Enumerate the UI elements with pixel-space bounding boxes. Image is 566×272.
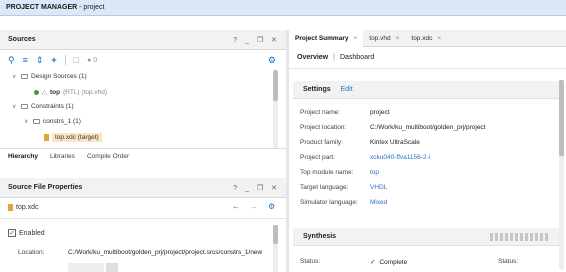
enabled-checkbox[interactable]: ✓	[8, 229, 16, 237]
count-badge: 0	[93, 56, 98, 64]
sources-window-controls[interactable]: ? _ ❐ ✕	[233, 36, 280, 44]
synthesis-status-value: Complete	[379, 258, 408, 266]
folder-icon	[21, 104, 28, 109]
settings-edit-link[interactable]: Edit	[341, 86, 353, 93]
enabled-row: ✓ Enabled	[8, 229, 45, 237]
sources-toolbar: ⚲ ≡ ⇕ + □ ● 0 ⚙	[0, 52, 286, 68]
expand-all-icon[interactable]: ⇕	[36, 55, 44, 66]
nav-separator: |	[333, 54, 335, 61]
sources-title: Sources	[8, 36, 36, 43]
location-label: Location:	[18, 249, 45, 256]
app-title-suffix: - project	[77, 4, 105, 11]
gear-icon[interactable]: ⚙	[268, 202, 275, 211]
module-icon	[34, 89, 39, 95]
project-location-label: Project location:	[300, 124, 347, 131]
status-dot-icon: ● 0	[87, 56, 98, 64]
settings-section-header: Settings Edit	[293, 81, 561, 99]
constraint-file-icon	[44, 134, 49, 141]
summary-nav: Overview | Dashboard	[289, 47, 566, 69]
product-family-value: Kintex UltraScale	[370, 139, 420, 146]
sfp-nav: ← → ⚙	[232, 202, 275, 211]
tab-compile-order[interactable]: Compile Order	[87, 153, 129, 160]
arrow-left-icon[interactable]: ←	[232, 202, 240, 211]
app-title: PROJECT MANAGER	[6, 4, 78, 11]
browse-button[interactable]	[106, 263, 118, 272]
tree-item-label: constrs_1 (1)	[43, 118, 81, 125]
tree-item-top-xdc[interactable]: top.xdc (target)	[44, 133, 102, 142]
tree-item-label: Design Sources (1)	[31, 73, 87, 80]
check-icon: ✓	[370, 259, 376, 266]
tab-top-vhd[interactable]: top.vhd ×	[363, 30, 405, 47]
sfp-panel-header: Source File Properties ? _ ❐ ✕	[0, 178, 286, 198]
project-name-label: Project name:	[300, 109, 341, 116]
project-part-link[interactable]: xcku040-ffva1156-2-i	[370, 154, 430, 161]
tree-item-label: Constraints (1)	[31, 103, 74, 110]
tab-label: top.xdc	[411, 34, 433, 42]
close-icon[interactable]: ×	[396, 35, 400, 42]
folder-icon	[33, 119, 40, 124]
enabled-label: Enabled	[19, 229, 45, 237]
project-location-value: C:/Work/ku_multiboot/golden_prj/project	[370, 124, 486, 131]
location-field[interactable]	[68, 263, 104, 272]
sources-view-tabs: Hierarchy Libraries Compile Order	[0, 148, 286, 164]
settings-title: Settings	[303, 86, 331, 93]
document-icon[interactable]: □	[74, 55, 79, 65]
divider	[0, 218, 286, 219]
close-icon[interactable]: ×	[437, 35, 441, 42]
tree-item-label: top	[50, 88, 61, 96]
location-value: C:/Work/ku_multiboot/golden_prj/project/…	[68, 249, 263, 256]
synthesis-status: ✓ Complete	[370, 258, 408, 267]
arrow-right-icon[interactable]: →	[250, 202, 258, 211]
tab-label: Project Summary	[295, 34, 349, 42]
top-module-label: Top module name:	[300, 169, 354, 176]
synthesis-title: Synthesis	[303, 233, 337, 240]
tree-item-design-sources[interactable]: ∨ Design Sources (1)	[12, 73, 87, 80]
sfp-window-controls[interactable]: ? _ ❐ ✕	[233, 184, 280, 192]
product-family-label: Product family:	[300, 139, 343, 146]
sfp-file-row: top.xdc	[8, 204, 39, 211]
warning-icon: △	[42, 89, 47, 96]
sfp-scrollbar[interactable]	[273, 225, 278, 272]
sfp-file-name: top.xdc	[16, 204, 39, 211]
gear-icon[interactable]: ⚙	[268, 55, 276, 66]
tree-item-detail: (RTL) (top.vhd)	[63, 88, 108, 96]
app-title-bar: PROJECT MANAGER - project	[0, 0, 566, 16]
collapse-all-icon[interactable]: ≡	[23, 55, 28, 65]
tab-top-xdc[interactable]: top.xdc ×	[405, 30, 447, 47]
simulator-language-label: Simulator language:	[300, 199, 358, 206]
tree-item-top[interactable]: △ top (RTL) (top.vhd)	[34, 88, 107, 96]
top-module-link[interactable]: top	[370, 169, 379, 176]
search-icon[interactable]: ⚲	[8, 55, 15, 66]
tab-label: top.vhd	[369, 34, 391, 42]
overview-link[interactable]: Overview	[297, 54, 328, 61]
document-tab-strip: Project Summary × top.vhd × top.xdc ×	[289, 29, 566, 47]
constraint-file-icon	[8, 204, 13, 211]
synthesis-status-label: Status:	[300, 258, 321, 265]
project-part-label: Project part:	[300, 154, 336, 161]
tree-item-constraints[interactable]: ∨ Constraints (1)	[12, 103, 74, 110]
chevron-down-icon[interactable]: ∨	[12, 73, 18, 80]
chevron-down-icon[interactable]: ∨	[12, 103, 18, 110]
project-name-value: project	[370, 109, 390, 116]
sources-scrollbar[interactable]	[273, 70, 278, 148]
close-icon[interactable]: ×	[353, 35, 357, 42]
target-language-label: Target language:	[300, 184, 349, 191]
summary-scrollbar[interactable]	[559, 80, 564, 270]
sources-panel-header: Sources ? _ ❐ ✕	[0, 30, 286, 50]
tree-item-constrs-1[interactable]: ∨ constrs_1 (1)	[24, 118, 81, 125]
folder-icon	[21, 74, 28, 79]
implementation-status-label: Status:	[498, 258, 519, 265]
chevron-down-icon[interactable]: ∨	[24, 118, 30, 125]
target-language-link[interactable]: VHDL	[370, 184, 387, 191]
simulator-language-link[interactable]: Mixed	[370, 199, 387, 206]
tree-item-label: top.xdc (target)	[52, 133, 102, 142]
dashboard-link[interactable]: Dashboard	[340, 54, 374, 61]
tab-hierarchy[interactable]: Hierarchy	[8, 153, 38, 160]
tab-project-summary[interactable]: Project Summary ×	[289, 29, 364, 47]
obscured-header-fragment	[490, 233, 550, 241]
add-sources-icon[interactable]: +	[51, 55, 56, 65]
tab-libraries[interactable]: Libraries	[50, 153, 75, 160]
toolbar-divider	[64, 55, 66, 65]
sfp-title: Source File Properties	[8, 184, 83, 191]
